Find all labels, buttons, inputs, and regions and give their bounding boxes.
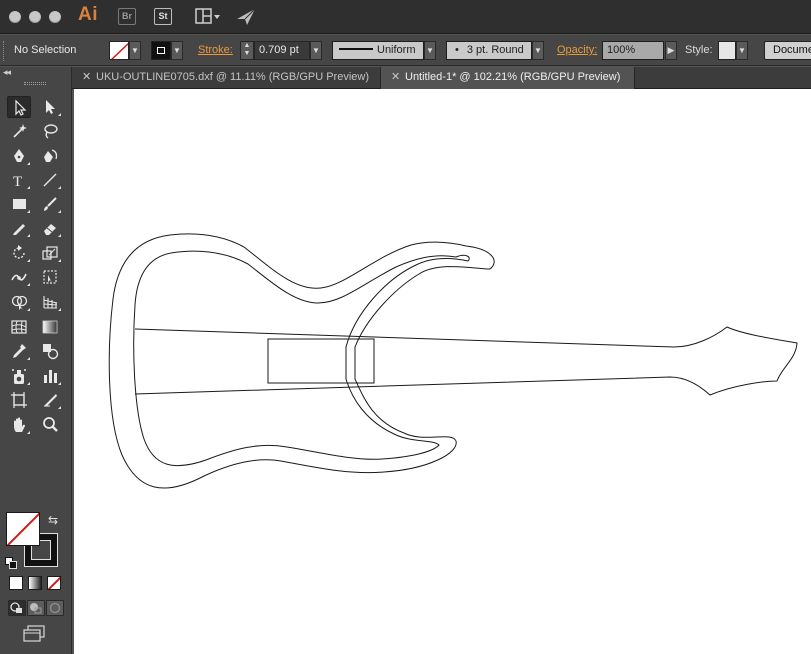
control-bar: No Selection ▼ ▼ Stroke: ▲ ▼ 0.709 pt ▼ U… (0, 35, 811, 66)
collapse-panel-icon[interactable]: ◂◂ (3, 67, 11, 78)
none-mode-button[interactable] (47, 576, 61, 590)
pen-tool-icon[interactable] (7, 145, 31, 167)
type-tool-icon[interactable]: T (7, 169, 31, 191)
selection-status: No Selection (14, 44, 77, 56)
draw-inside-icon[interactable] (46, 600, 64, 616)
shape-builder-tool-icon[interactable] (7, 291, 31, 313)
scale-tool-icon[interactable] (38, 242, 62, 264)
gradient-mode-button[interactable] (28, 576, 42, 590)
curvature-tool-icon[interactable] (38, 145, 62, 167)
tab-untitled-1[interactable]: ✕ Untitled-1* @ 102.21% (RGB/GPU Preview) (381, 67, 635, 89)
stroke-color-swatch[interactable] (151, 41, 171, 60)
tools-panel: ◂◂ T ⇆ (0, 67, 72, 654)
line-segment-tool-icon[interactable] (38, 169, 62, 191)
hand-tool-icon[interactable] (7, 414, 31, 436)
tab-label: Untitled-1* @ 102.21% (RGB/GPU Preview) (405, 71, 621, 83)
width-tool-icon[interactable] (7, 266, 31, 288)
guitar-pickup (267, 338, 375, 384)
selection-tool-icon[interactable] (7, 96, 31, 118)
paintbrush-tool-icon[interactable] (38, 193, 62, 215)
rotate-tool-icon[interactable] (7, 242, 31, 264)
free-transform-tool-icon[interactable] (38, 266, 62, 288)
guitar-outline-artwork[interactable] (74, 89, 811, 654)
guitar-neck (134, 326, 798, 396)
lasso-tool-icon[interactable] (38, 120, 62, 142)
rectangle-tool-icon[interactable] (7, 193, 31, 215)
stroke-weight-field[interactable]: 0.709 pt (254, 41, 310, 60)
variable-width-profile[interactable]: Uniform (332, 41, 424, 60)
brush-dot-icon: • (455, 44, 459, 56)
app-logo: Ai (78, 4, 98, 25)
guitar-body-inner (133, 250, 470, 467)
mesh-tool-icon[interactable] (7, 316, 31, 338)
minimize-window-button[interactable] (29, 11, 41, 23)
profile-line-icon (339, 48, 373, 51)
tab-label: UKU-OUTLINE0705.dxf @ 11.11% (RGB/GPU Pr… (96, 71, 370, 83)
zoom-tool-icon[interactable] (38, 414, 62, 436)
opacity-arrow-icon[interactable]: ▶ (665, 41, 677, 60)
opacity-label[interactable]: Opacity: (557, 44, 597, 56)
screen-mode-icon[interactable] (22, 625, 46, 643)
app-bar: Ai Br St (0, 0, 811, 34)
fill-dropdown-icon[interactable]: ▼ (129, 41, 141, 60)
fill-swatch[interactable] (6, 512, 40, 546)
style-label: Style: (685, 44, 713, 56)
perspective-grid-tool-icon[interactable] (38, 291, 62, 313)
zoom-window-button[interactable] (49, 11, 61, 23)
artboard-tool-icon[interactable] (7, 389, 31, 411)
profile-dropdown-icon[interactable]: ▼ (424, 41, 436, 60)
eraser-tool-icon[interactable] (38, 217, 62, 239)
stroke-label[interactable]: Stroke: (198, 44, 233, 56)
stroke-weight-dropdown-icon[interactable]: ▼ (310, 41, 322, 60)
canvas-area[interactable] (72, 89, 811, 654)
svg-text:T: T (13, 174, 22, 189)
graphic-style-swatch[interactable] (718, 41, 736, 60)
stroke-weight-stepper[interactable]: ▲ ▼ (240, 41, 254, 60)
symbol-sprayer-tool-icon[interactable] (7, 365, 31, 387)
brush-label: 3 pt. Round (466, 44, 524, 56)
column-graph-tool-icon[interactable] (38, 365, 62, 387)
panel-grip[interactable] (24, 82, 46, 85)
document-tab-bar: ✕ UKU-OUTLINE0705.dxf @ 11.11% (RGB/GPU P… (72, 67, 811, 89)
slice-tool-icon[interactable] (38, 389, 62, 411)
eyedropper-tool-icon[interactable] (7, 340, 31, 362)
blend-tool-icon[interactable] (38, 340, 62, 362)
tab-uku-outline[interactable]: ✕ UKU-OUTLINE0705.dxf @ 11.11% (RGB/GPU P… (72, 67, 381, 89)
profile-label: Uniform (377, 44, 416, 56)
stock-button[interactable]: St (154, 8, 172, 25)
artboard[interactable] (74, 89, 811, 654)
control-bar-grip[interactable] (3, 41, 6, 61)
document-setup-button[interactable]: Docume (764, 41, 811, 60)
draw-normal-icon[interactable] (8, 600, 26, 616)
gradient-tool-icon[interactable] (38, 316, 62, 338)
draw-behind-icon[interactable] (27, 600, 45, 616)
swap-fill-stroke-icon[interactable]: ⇆ (48, 513, 58, 527)
brush-dropdown-icon[interactable]: ▼ (532, 41, 544, 60)
close-window-button[interactable] (9, 11, 21, 23)
arrange-documents-icon[interactable] (195, 8, 221, 25)
brush-definition[interactable]: • 3 pt. Round (446, 41, 532, 60)
fill-color-swatch[interactable] (109, 41, 129, 60)
bridge-button[interactable]: Br (118, 8, 136, 25)
close-tab-icon[interactable]: ✕ (391, 67, 405, 88)
color-mode-button[interactable] (9, 576, 23, 590)
close-tab-icon[interactable]: ✕ (82, 67, 96, 88)
opacity-field[interactable]: 100% (602, 41, 664, 60)
send-icon[interactable] (235, 7, 257, 27)
pencil-tool-icon[interactable] (7, 217, 31, 239)
style-dropdown-icon[interactable]: ▼ (736, 41, 748, 60)
stroke-dropdown-icon[interactable]: ▼ (171, 41, 183, 60)
magic-wand-tool-icon[interactable] (7, 120, 31, 142)
direct-selection-tool-icon[interactable] (38, 96, 62, 118)
default-fill-stroke-icon[interactable] (5, 556, 17, 569)
